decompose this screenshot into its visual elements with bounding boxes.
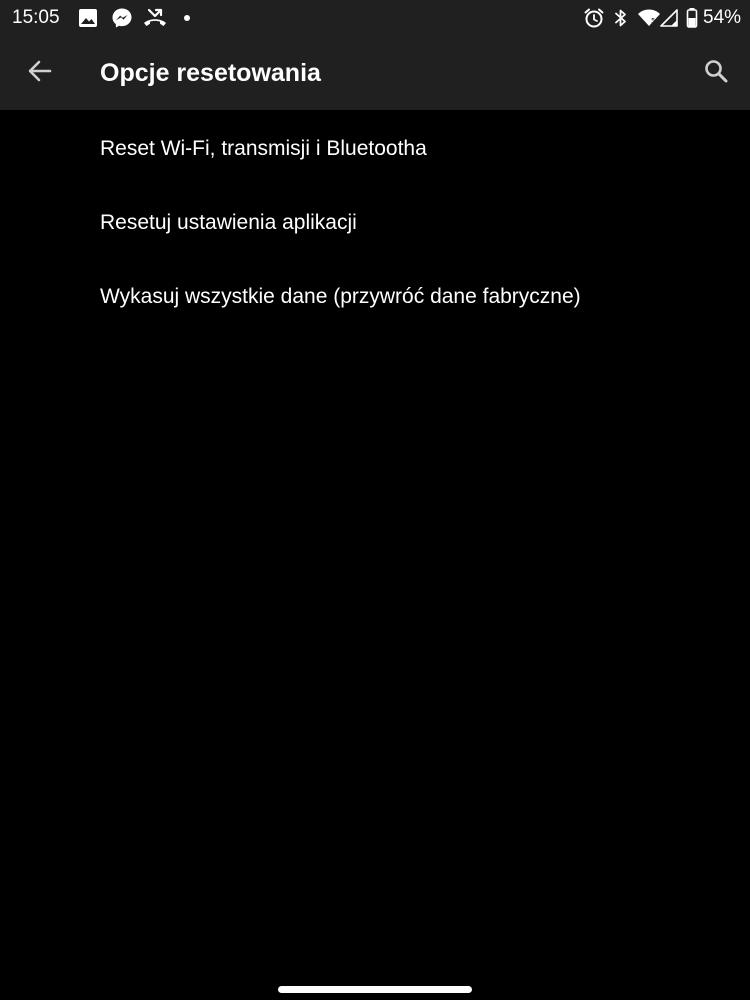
screen: 15:05 5 54% Opcje resetowania Reset Wi-F… [0,0,750,1000]
bluetooth-icon [613,7,629,29]
status-bar: 15:05 5 54% [0,0,750,36]
gallery-icon [78,7,98,29]
battery-icon [686,7,698,29]
gesture-nav-handle[interactable] [278,986,472,993]
svg-text:5: 5 [651,17,655,25]
search-button[interactable] [696,53,736,93]
back-button[interactable] [20,53,60,93]
reset-wifi-mobile-bluetooth-item[interactable]: Reset Wi-Fi, transmisji i Bluetootha [0,112,750,186]
list-item-label: Resetuj ustawienia aplikacji [100,211,357,234]
list-item-label: Wykasuj wszystkie dane (przywróć dane fa… [100,285,581,308]
status-time: 15:05 [12,7,60,28]
search-icon [703,58,729,89]
factory-reset-item[interactable]: Wykasuj wszystkie dane (przywróć dane fa… [0,260,750,334]
reset-app-preferences-item[interactable]: Resetuj ustawienia aplikacji [0,186,750,260]
messenger-icon [111,7,133,29]
page-title: Opcje resetowania [100,59,321,87]
list-item-label: Reset Wi-Fi, transmisji i Bluetootha [100,137,427,160]
reset-options-list: Reset Wi-Fi, transmisji i Bluetootha Res… [0,112,750,334]
arrow-back-icon [27,58,53,89]
battery-percent: 54% [703,7,742,28]
alarm-icon [583,7,605,29]
wifi-icon: 5 [637,7,661,29]
dot-icon [183,7,191,29]
missed-call-icon [142,7,168,29]
cell-signal-icon [659,7,679,29]
app-bar: Opcje resetowania [0,36,750,110]
